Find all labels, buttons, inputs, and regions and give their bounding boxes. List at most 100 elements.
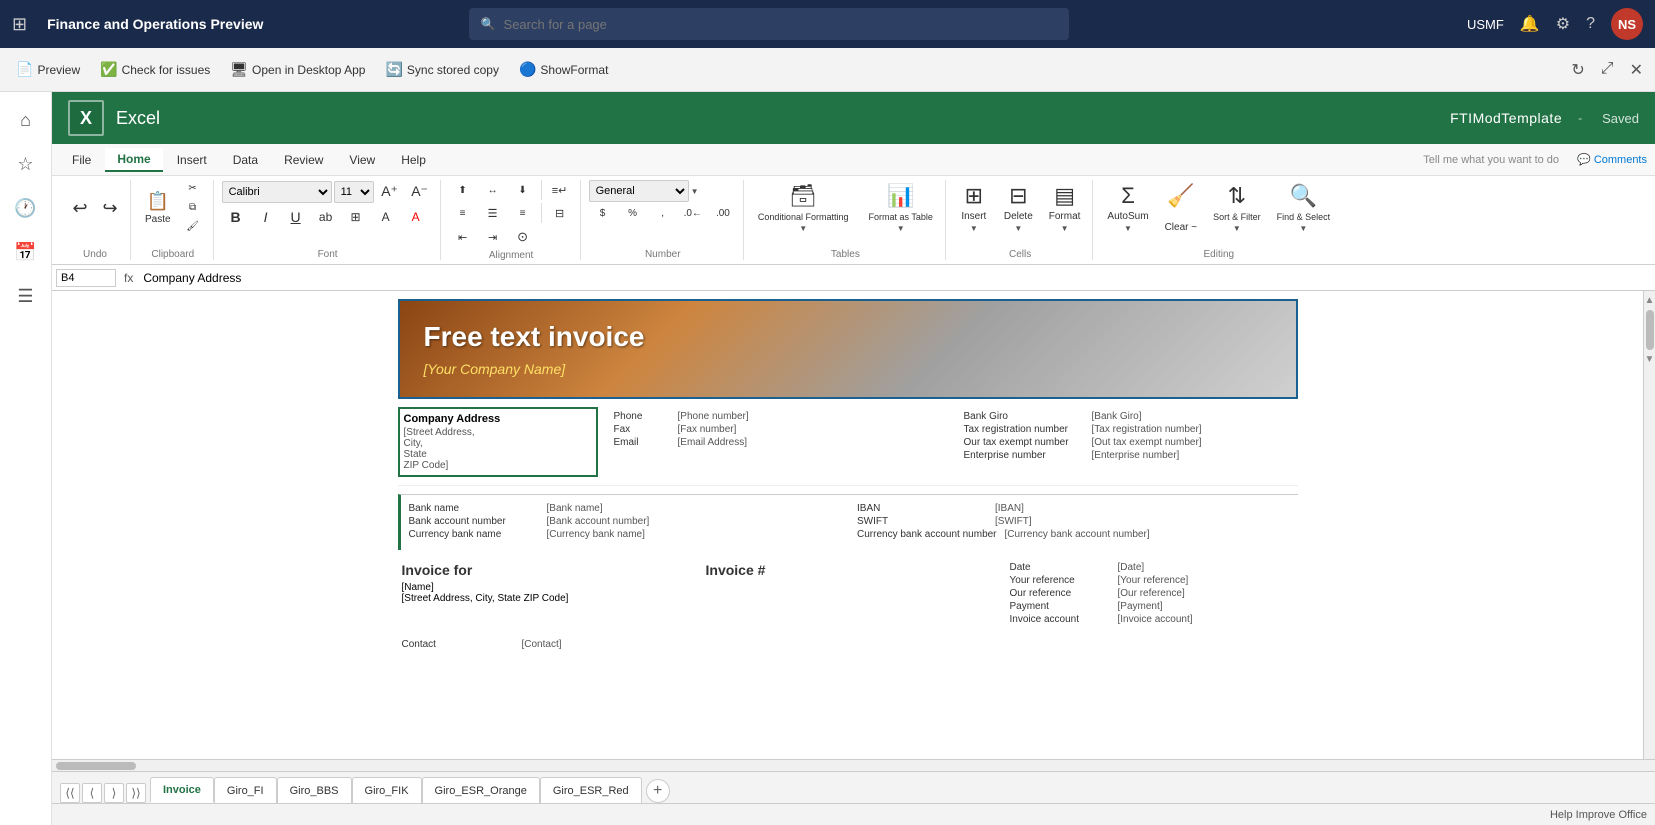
decrease-font-button[interactable]: A⁻ (406, 180, 434, 203)
sheet-tab-giro-fi[interactable]: Giro_FI (214, 777, 277, 803)
tab-view[interactable]: View (337, 149, 387, 171)
font-family-select[interactable]: Calibri (222, 181, 332, 203)
sort-filter-button[interactable]: ⇅ Sort & Filter ▼ (1207, 180, 1267, 236)
orientation-button[interactable]: ⊙ (509, 226, 537, 248)
undo-button[interactable]: ↩ (66, 180, 94, 236)
tab-review[interactable]: Review (272, 149, 335, 171)
indent-increase-button[interactable]: ⇥ (479, 228, 507, 247)
underline-button[interactable]: U (282, 206, 310, 228)
sidebar-item-calendar[interactable]: 📅 (6, 232, 46, 272)
vertical-scroll-thumb[interactable] (1646, 310, 1654, 350)
redo-button[interactable]: ↪ (96, 180, 124, 236)
cell-reference-input[interactable] (56, 269, 116, 287)
number-format-select[interactable]: General (589, 180, 689, 202)
show-format-button[interactable]: 🔵 ShowFormat (511, 57, 616, 82)
close-icon[interactable]: ✕ (1626, 56, 1647, 84)
merge-button[interactable]: ⊟ (546, 204, 574, 223)
sidebar-item-star[interactable]: ☆ (6, 144, 46, 184)
tax-exempt-label: Our tax exempt number (964, 437, 1084, 448)
settings-icon[interactable]: ⚙ (1556, 14, 1570, 34)
cut-button[interactable]: ✂ (179, 180, 207, 197)
preview-button[interactable]: 📄 Preview (8, 57, 88, 82)
tab-data[interactable]: Data (221, 149, 270, 171)
bold-button[interactable]: B (222, 206, 250, 228)
add-sheet-button[interactable]: + (646, 779, 670, 803)
avatar[interactable]: NS (1611, 8, 1643, 40)
align-left-button[interactable]: ≡ (449, 205, 477, 222)
format-painter-button[interactable]: 🖌 (179, 218, 207, 235)
paste-button[interactable]: 📋 Paste (139, 180, 177, 236)
notifications-icon[interactable]: 🔔 (1520, 14, 1540, 34)
find-select-button[interactable]: 🔍 Find & Select ▼ (1271, 180, 1337, 236)
italic-button[interactable]: I (252, 206, 280, 228)
comma-button[interactable]: , (649, 205, 677, 222)
sheet-tab-giro-bbs[interactable]: Giro_BBS (277, 777, 352, 803)
help-icon[interactable]: ? (1586, 15, 1595, 33)
font-size-select[interactable]: 11 (334, 181, 374, 203)
increase-font-button[interactable]: A⁺ (376, 180, 404, 203)
sidebar-item-home[interactable]: ⌂ (6, 100, 46, 140)
tab-help[interactable]: Help (389, 149, 438, 171)
sheet-nav-prev[interactable]: ⟨ (82, 783, 102, 803)
sheet-nav-first[interactable]: ⟨⟨ (60, 783, 80, 803)
fill-color-button[interactable]: A (372, 207, 400, 227)
tab-insert[interactable]: Insert (165, 149, 219, 171)
align-right-button[interactable]: ≡ (509, 205, 537, 222)
check-issues-button[interactable]: ✅ Check for issues (92, 57, 218, 82)
strikethrough-button[interactable]: ab (312, 207, 340, 227)
sidebar-item-recent[interactable]: 🕐 (6, 188, 46, 228)
align-middle-button[interactable]: ↔ (479, 182, 507, 199)
enterprise-label: Enterprise number (964, 450, 1084, 461)
expand-icon[interactable]: ⤢ (1597, 56, 1618, 84)
sheet-tab-giro-esr-orange[interactable]: Giro_ESR_Orange (422, 777, 540, 803)
horizontal-scrollbar[interactable] (52, 759, 1655, 771)
app-grid-icon[interactable]: ⊞ (12, 14, 27, 35)
search-input[interactable] (504, 17, 1057, 32)
decrease-decimal-button[interactable]: .0← (679, 205, 707, 222)
autosum-button[interactable]: Σ AutoSum ▼ (1101, 180, 1154, 236)
refresh-icon[interactable]: ↻ (1567, 56, 1588, 84)
conditional-formatting-dropdown: ▼ (799, 224, 807, 233)
delete-button[interactable]: ⊟ Delete ▼ (998, 180, 1039, 236)
increase-decimal-button[interactable]: .00 (709, 205, 737, 222)
indent-decrease-button[interactable]: ⇤ (449, 228, 477, 247)
align-top-button[interactable]: ⬆ (449, 182, 477, 199)
spreadsheet-content[interactable]: Free text invoice [Your Company Name] Co… (52, 291, 1643, 759)
wrap-text-button[interactable]: ≡↵ (546, 181, 574, 200)
comments-button[interactable]: 💬 Comments (1577, 153, 1647, 166)
open-desktop-button[interactable]: 🖥 Open in Desktop App (222, 57, 373, 82)
align-center-button[interactable]: ☰ (479, 204, 507, 223)
sheet-nav-last[interactable]: ⟩⟩ (126, 783, 146, 803)
format-as-table-button[interactable]: 📊 Format as Table ▼ (862, 180, 938, 236)
scroll-down-arrow[interactable]: ▼ (1645, 354, 1655, 365)
tell-me-label[interactable]: Tell me what you want to do (1423, 154, 1559, 166)
search-bar[interactable]: 🔍 (469, 8, 1069, 40)
formula-input[interactable] (141, 269, 1651, 287)
insert-button[interactable]: ⊞ Insert ▼ (954, 180, 994, 236)
invoice-bank-section: Bank name [Bank name] Bank account numbe… (398, 494, 1298, 550)
sheet-tab-giro-esr-red[interactable]: Giro_ESR_Red (540, 777, 642, 803)
font-color-button[interactable]: A (402, 207, 430, 227)
help-improve-label[interactable]: Help Improve Office (1550, 809, 1647, 821)
tab-home[interactable]: Home (105, 148, 162, 172)
sheet-nav-next[interactable]: ⟩ (104, 783, 124, 803)
sidebar-item-list[interactable]: ☰ (6, 276, 46, 316)
horizontal-scroll-thumb[interactable] (56, 762, 136, 770)
left-sidebar: ⌂ ☆ 🕐 📅 ☰ (0, 92, 52, 825)
scroll-up-arrow[interactable]: ▲ (1645, 295, 1655, 306)
sheet-tab-giro-fik[interactable]: Giro_FIK (352, 777, 422, 803)
sheet-tab-invoice[interactable]: Invoice (150, 777, 214, 803)
currency-account-value: [Currency bank account number] (1005, 529, 1150, 540)
clear-button[interactable]: 🧹 Clear ~ (1159, 180, 1204, 236)
percent-button[interactable]: % (619, 205, 647, 222)
vertical-scrollbar[interactable]: ▲ ▼ (1643, 291, 1655, 759)
align-bottom-button[interactable]: ⬇ (509, 182, 537, 199)
currency-button[interactable]: $ (589, 205, 617, 222)
copy-button[interactable]: ⧉ (179, 199, 207, 216)
format-cells-button[interactable]: ▤ Format ▼ (1043, 180, 1087, 236)
sync-button[interactable]: 🔄 Sync stored copy (377, 57, 506, 82)
border-button[interactable]: ⊞ (342, 207, 370, 227)
tab-file[interactable]: File (60, 149, 103, 171)
sheet-navigation: ⟨⟨ ⟨ ⟩ ⟩⟩ (60, 783, 146, 803)
conditional-formatting-button[interactable]: 🗃 Conditional Formatting ▼ (752, 180, 855, 236)
